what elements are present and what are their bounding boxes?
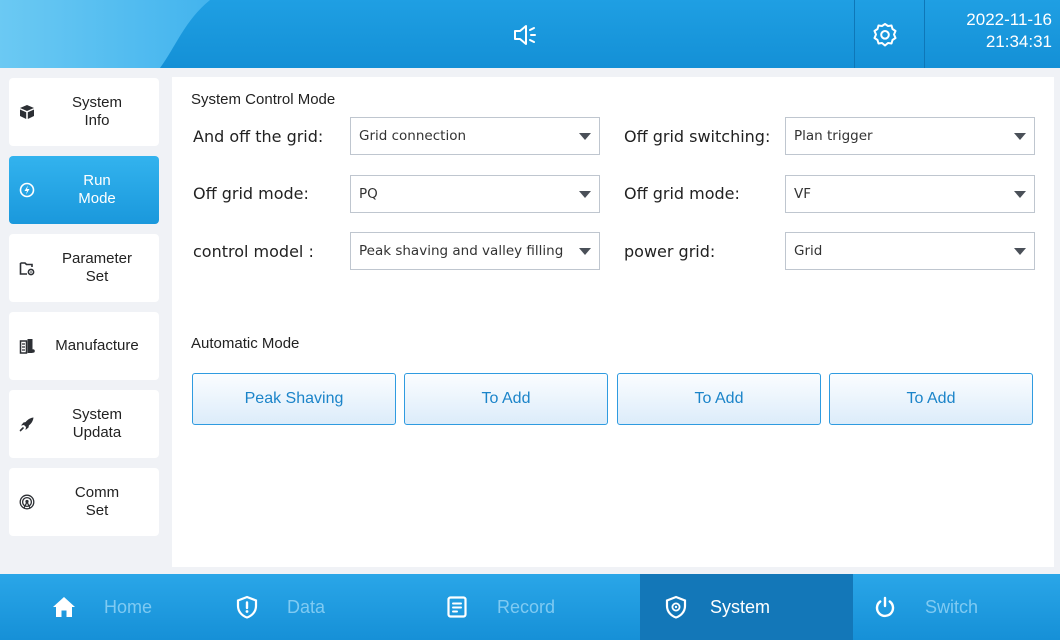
time-text: 21:34:31 [985,32,1052,51]
system-control-mode-title: System Control Mode [191,91,336,108]
nav-item-data[interactable]: Data [215,574,425,640]
header-swoosh [0,0,210,68]
building-icon [19,339,35,354]
off-grid-mode-select-2[interactable]: VF [785,175,1035,213]
sidebar-item-label: Parameter Set [61,250,133,285]
dropdown-arrow-icon [1014,133,1026,140]
power-grid-select[interactable]: Grid [785,232,1035,270]
dropdown-arrow-icon [579,133,591,140]
to-add-button[interactable]: To Add [617,373,821,425]
control-model-select[interactable]: Peak shaving and valley filling [350,232,600,270]
sidebar-item-manufacture[interactable]: Manufacture [9,312,159,380]
automatic-mode-title: Automatic Mode [191,335,300,352]
rocket-icon [19,417,34,432]
datetime: 2022-11-16 21:34:31 [930,9,1052,53]
off-grid-switching-label: Off grid switching: [624,127,771,146]
run-mode-panel: System Control Mode And off the grid: Gr… [172,77,1054,567]
sidebar-item-label: Run Mode [78,172,116,207]
nav-item-switch[interactable]: Switch [853,574,1060,640]
sidebar-item-parameter-set[interactable]: Parameter Set [9,234,159,302]
dropdown-arrow-icon [579,248,591,255]
off-grid-mode-label: Off grid mode: [193,184,309,203]
sidebar-item-label: Comm Set [74,484,120,519]
control-model-label: control model : [193,242,314,261]
to-add-button[interactable]: To Add [404,373,608,425]
sidebar-item-system-updata[interactable]: System Updata [9,390,159,458]
power-icon [19,182,35,198]
antenna-icon [19,494,35,510]
sidebar-item-label: System Info [71,94,122,129]
home-icon [53,597,75,617]
document-icon [447,596,467,618]
box-icon [20,105,34,119]
sidebar-item-label: System Updata [71,406,122,441]
peak-shaving-button[interactable]: Peak Shaving [192,373,396,425]
bottom-nav: Home Data Record System Switch [0,574,1060,640]
date-text: 2022-11-16 [966,10,1052,29]
off-grid-switching-select[interactable]: Plan trigger [785,117,1035,155]
top-header: 2022-11-16 21:34:31 [0,0,1060,68]
folder-settings-icon [19,262,35,276]
shield-gear-icon [665,595,687,619]
header-divider [854,0,855,68]
nav-item-home[interactable]: Home [0,574,215,640]
to-add-button[interactable]: To Add [829,373,1033,425]
sidebar-item-run-mode[interactable]: Run Mode [9,156,159,224]
shield-icon [236,595,258,619]
header-divider [924,0,925,68]
nav-item-record[interactable]: Record [425,574,640,640]
sidebar-item-system-info[interactable]: System Info [9,78,159,146]
dropdown-arrow-icon [1014,248,1026,255]
nav-item-system[interactable]: System [640,574,853,640]
power-grid-label: power grid: [624,242,716,261]
settings-gear-icon[interactable] [872,22,898,48]
sidebar-item-label: Manufacture [55,337,139,354]
speaker-icon[interactable] [512,22,540,48]
grid-connection-select[interactable]: Grid connection [350,117,600,155]
dropdown-arrow-icon [579,191,591,198]
sidebar-item-comm-set[interactable]: Comm Set [9,468,159,536]
dropdown-arrow-icon [1014,191,1026,198]
power-icon [875,596,895,618]
grid-connection-label: And off the grid: [193,127,324,146]
off-grid-mode-label-2: Off grid mode: [624,184,740,203]
off-grid-mode-select[interactable]: PQ [350,175,600,213]
